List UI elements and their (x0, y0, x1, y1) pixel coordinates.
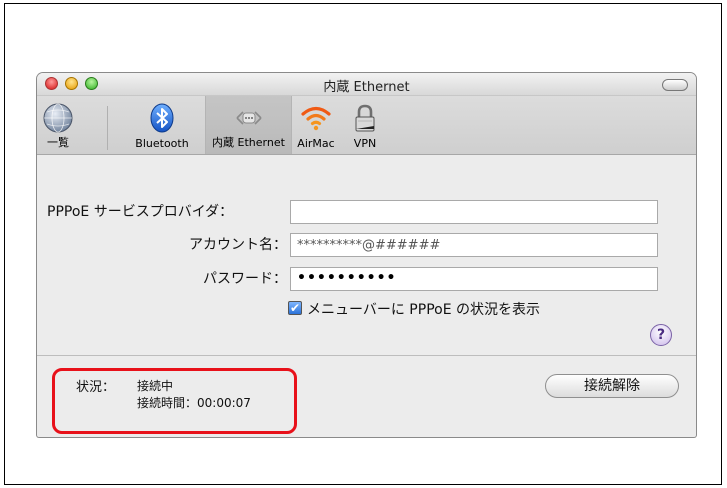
service-provider-label: PPPoE サービスプロバイダ： (47, 204, 234, 220)
help-button[interactable]: ? (650, 324, 672, 346)
lock-icon (355, 104, 375, 132)
password-label: パスワード： (203, 271, 287, 287)
toolbar-separator (107, 106, 108, 150)
title-bar: 内蔵 Ethernet (37, 73, 696, 96)
toolbar-item-airmac[interactable]: AirMac (291, 96, 341, 154)
toolbar-item-show-all[interactable]: 一覧 (37, 96, 79, 154)
show-status-in-menubar-checkbox[interactable]: ✔ (288, 301, 302, 315)
toolbar-item-label: 一覧 (47, 136, 69, 149)
account-name-field[interactable]: **********@###### (290, 233, 658, 257)
toolbar-item-bluetooth[interactable]: Bluetooth (117, 96, 207, 154)
toolbar-item-label: Bluetooth (135, 137, 189, 150)
toolbar-item-label: AirMac (297, 137, 335, 150)
toolbar-toggle-button[interactable] (662, 79, 688, 91)
disconnect-button[interactable]: 接続解除 (545, 374, 679, 398)
toolbar-item-label: 内蔵 Ethernet (212, 136, 285, 149)
window-title: 内蔵 Ethernet (323, 80, 410, 95)
status-highlight-box (52, 368, 297, 434)
account-name-label: アカウント名： (189, 237, 287, 253)
toolbar-item-vpn[interactable]: VPN (343, 96, 387, 154)
toolbar: 一覧 Bluetooth 内蔵 Ethernet AirMac VPN (37, 96, 696, 155)
password-field[interactable]: •••••••••• (290, 267, 658, 291)
toolbar-item-built-in-ethernet[interactable]: 内蔵 Ethernet (205, 96, 292, 154)
status-divider (37, 355, 696, 356)
globe-icon (43, 103, 73, 133)
bluetooth-icon (150, 103, 174, 133)
toolbar-item-label: VPN (353, 137, 377, 150)
ethernet-icon (235, 111, 262, 125)
service-provider-field[interactable] (290, 200, 658, 224)
show-status-in-menubar-label: メニューバーに PPPoE の状況を表示 (307, 302, 540, 318)
airmac-icon (301, 106, 331, 131)
